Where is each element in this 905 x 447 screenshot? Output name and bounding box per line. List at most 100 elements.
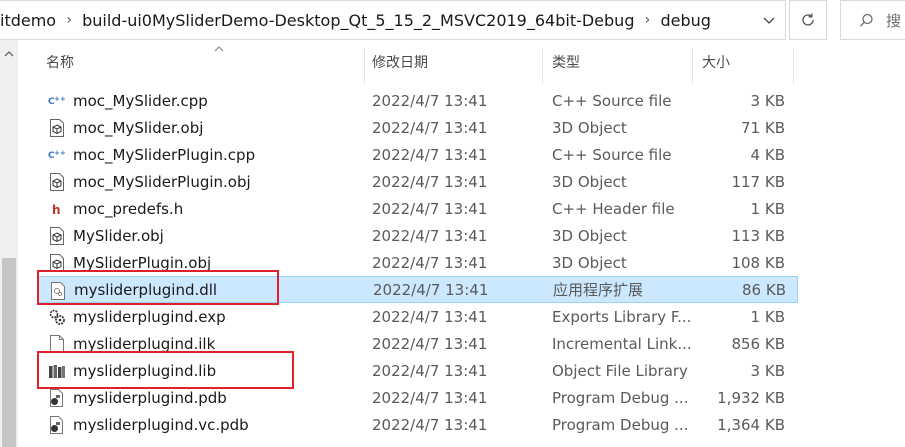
- file-row[interactable]: h moc_predefs.h 2022/4/7 13:41 C++ Header f…: [38, 195, 798, 222]
- file-name: moc_MySlider.cpp: [73, 91, 208, 110]
- file-date: 2022/4/7 13:41: [372, 253, 488, 272]
- file-date: 2022/4/7 13:41: [372, 361, 488, 380]
- 3d-object-icon: [48, 173, 66, 191]
- breadcrumb-item[interactable]: build-ui0MySliderDemo-Desktop_Qt_5_15_2_…: [82, 11, 634, 30]
- file-size: 1,932 KB: [717, 388, 785, 407]
- column-divider[interactable]: [793, 48, 794, 84]
- file-row[interactable]: C ++ moc_MySlider.cpp 2022/4/7 13:41 C++ Sou…: [38, 87, 798, 114]
- breadcrumb-item[interactable]: debug: [660, 11, 710, 30]
- 3d-object-icon: [48, 119, 66, 137]
- file-date: 2022/4/7 13:41: [372, 415, 488, 434]
- search-icon: [860, 13, 873, 27]
- search-input[interactable]: 搜: [840, 0, 905, 40]
- file-name: moc_MySliderPlugin.cpp: [73, 145, 256, 164]
- file-date: 2022/4/7 13:41: [372, 199, 488, 218]
- file-type: Object File Library: [552, 361, 688, 380]
- file-type: Program Debug ...: [552, 415, 689, 434]
- file-size: 4 KB: [750, 145, 785, 164]
- file-type: 3D Object: [552, 118, 627, 137]
- file-name: MySliderPlugin.obj: [73, 253, 212, 272]
- file-row[interactable]: MySlider.obj 2022/4/7 13:41 3D Object 113 K…: [38, 222, 798, 249]
- breadcrumb-separator-icon[interactable]: ›: [634, 12, 660, 28]
- scroll-up-icon[interactable]: [0, 50, 18, 64]
- file-size: 3 KB: [750, 361, 785, 380]
- column-date-label: 修改日期: [372, 55, 428, 71]
- breadcrumb[interactable]: itdemo › build-ui0MySliderDemo-Desktop_Q…: [0, 0, 786, 40]
- svg-text:h: h: [52, 203, 61, 217]
- file-size: 1 KB: [750, 307, 785, 326]
- vertical-scrollbar[interactable]: [0, 40, 18, 447]
- file-date: 2022/4/7 13:41: [372, 388, 488, 407]
- file-size: 117 KB: [731, 172, 785, 191]
- refresh-button[interactable]: [789, 0, 827, 40]
- column-type-header[interactable]: 类型: [552, 40, 692, 84]
- file-size: 856 KB: [731, 334, 785, 353]
- column-size-header[interactable]: 大小: [702, 40, 792, 84]
- cpp-file-icon: C ++: [48, 92, 66, 110]
- file-date: 2022/4/7 13:41: [372, 91, 488, 110]
- highlight-box-dll: [37, 270, 279, 305]
- file-size: 108 KB: [731, 253, 785, 272]
- highlight-box-lib: [37, 351, 294, 389]
- scrollbar-thumb[interactable]: [2, 258, 16, 447]
- file-row[interactable]: moc_MySlider.obj 2022/4/7 13:41 3D Object 7…: [38, 114, 798, 141]
- svg-text:++: ++: [54, 95, 66, 103]
- file-type: C++ Source file: [552, 91, 672, 110]
- column-name-header[interactable]: 名称: [46, 40, 364, 84]
- exp-file-icon: [48, 308, 66, 326]
- header-file-icon: h: [48, 200, 66, 218]
- file-row[interactable]: moc_MySliderPlugin.obj 2022/4/7 13:41 3D O…: [38, 168, 798, 195]
- column-divider[interactable]: [692, 48, 693, 84]
- file-size: 1,364 KB: [717, 415, 785, 434]
- chevron-down-icon[interactable]: [752, 1, 786, 41]
- file-type: 3D Object: [552, 253, 627, 272]
- column-date-header[interactable]: 修改日期: [372, 40, 542, 84]
- file-date: 2022/4/7 13:41: [372, 172, 488, 191]
- search-placeholder: 搜: [886, 11, 902, 30]
- file-date: 2022/4/7 13:41: [372, 307, 488, 326]
- file-row[interactable]: mysliderplugind.exp 2022/4/7 13:41 Exports…: [38, 303, 798, 330]
- file-type: 应用程序扩展: [553, 281, 644, 299]
- file-type: C++ Header file: [552, 199, 675, 218]
- file-date: 2022/4/7 13:41: [372, 145, 488, 164]
- file-name: moc_MySlider.obj: [73, 118, 204, 137]
- file-name: mysliderplugind.exp: [73, 307, 226, 326]
- file-name: moc_MySliderPlugin.obj: [73, 172, 251, 191]
- breadcrumb-separator-icon[interactable]: ›: [56, 12, 82, 28]
- file-row[interactable]: mysliderplugind.vc.pdb 2022/4/7 13:41 Prog…: [38, 411, 798, 438]
- 3d-object-icon: [48, 227, 66, 245]
- address-bar: itdemo › build-ui0MySliderDemo-Desktop_Q…: [0, 0, 905, 40]
- file-date: 2022/4/7 13:41: [372, 118, 488, 137]
- file-size: 113 KB: [731, 226, 785, 245]
- file-type: C++ Source file: [552, 145, 672, 164]
- cpp-file-icon: C ++: [48, 146, 66, 164]
- file-size: 71 KB: [741, 118, 785, 137]
- file-type: Program Debug ...: [552, 388, 689, 407]
- column-size-label: 大小: [702, 55, 730, 71]
- pdb-file-icon: [48, 389, 66, 407]
- file-name: mysliderplugind.ilk: [73, 334, 216, 353]
- file-date: 2022/4/7 13:41: [373, 280, 489, 299]
- refresh-icon: [802, 13, 814, 26]
- column-type-label: 类型: [552, 55, 580, 71]
- breadcrumb-item[interactable]: itdemo: [0, 11, 56, 30]
- file-date: 2022/4/7 13:41: [372, 226, 488, 245]
- file-type: 3D Object: [552, 226, 627, 245]
- pdb-file-icon: [48, 416, 66, 434]
- column-divider[interactable]: [542, 48, 543, 84]
- file-name: moc_predefs.h: [73, 199, 184, 218]
- file-row[interactable]: C ++ moc_MySliderPlugin.cpp 2022/4/7 13:41 C…: [38, 141, 798, 168]
- file-type: Incremental Link...: [552, 334, 692, 353]
- column-divider[interactable]: [364, 48, 365, 84]
- svg-text:++: ++: [54, 149, 66, 157]
- file-date: 2022/4/7 13:41: [372, 334, 488, 353]
- column-name-label: 名称: [46, 55, 74, 71]
- file-type: Exports Library F...: [552, 307, 692, 326]
- file-name: mysliderplugind.pdb: [73, 388, 227, 407]
- file-name: MySlider.obj: [73, 226, 164, 245]
- file-size: 86 KB: [742, 280, 786, 299]
- file-size: 1 KB: [750, 199, 785, 218]
- file-name: mysliderplugind.vc.pdb: [73, 415, 249, 434]
- file-type: 3D Object: [552, 172, 627, 191]
- column-header: 名称 修改日期 类型 大小: [18, 40, 905, 84]
